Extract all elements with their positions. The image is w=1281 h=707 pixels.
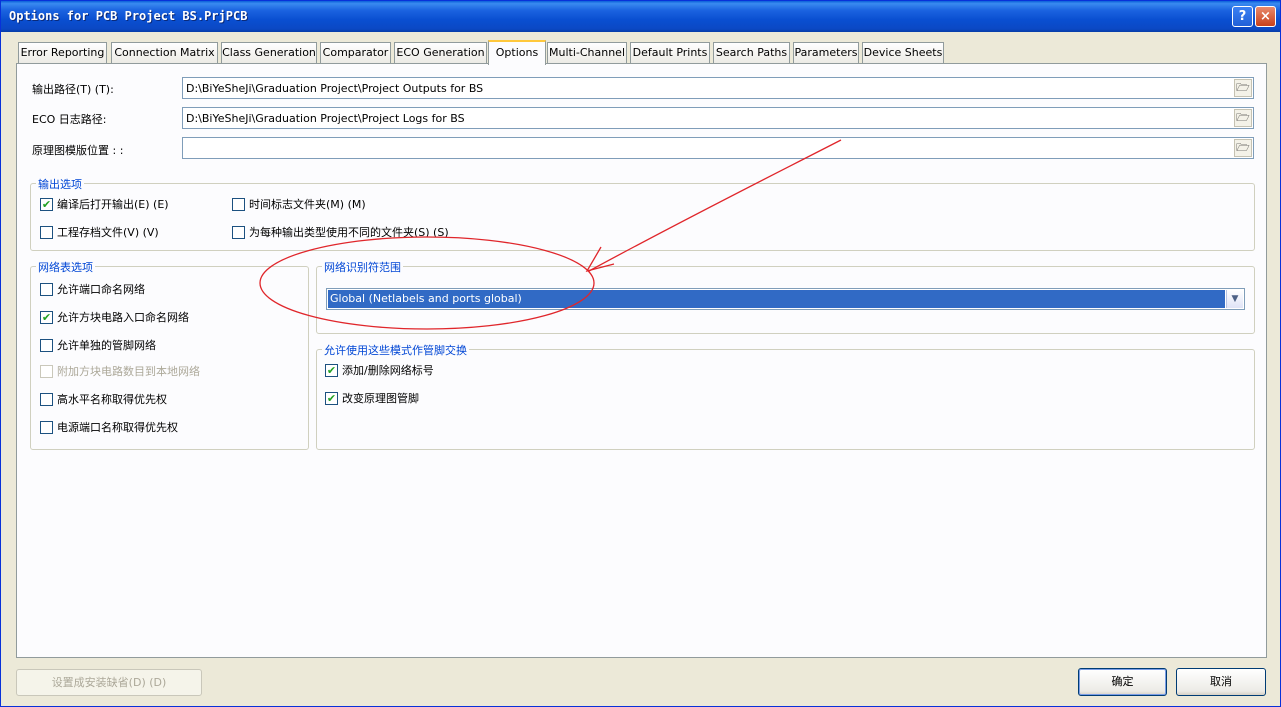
- ok-button[interactable]: 确定: [1078, 668, 1167, 696]
- checkbox-box[interactable]: [232, 226, 245, 239]
- title-bar: Options for PCB Project BS.PrjPCB ? ×: [1, 1, 1280, 32]
- window-title: Options for PCB Project BS.PrjPCB: [9, 9, 248, 23]
- checkbox-box[interactable]: ✔: [40, 198, 53, 211]
- pin-swap-group: 允许使用这些模式作管脚交换: [316, 342, 1255, 450]
- set-installation-defaults-button[interactable]: 设置成安装缺省(D) (D): [16, 669, 202, 696]
- cancel-button[interactable]: 取消: [1176, 668, 1266, 696]
- checkbox-label: 为每种输出类型使用不同的文件夹(S) (S): [249, 226, 449, 239]
- checkbox-box[interactable]: [40, 226, 53, 239]
- template-path-input[interactable]: 🗁: [182, 137, 1254, 159]
- template-path-label: 原理图模版位置 : :: [32, 144, 124, 157]
- tab-class-generation[interactable]: Class Generation: [221, 42, 317, 63]
- net-identifier-scope-title: 网络识别符范围: [322, 259, 403, 275]
- checkbox-label: 高水平名称取得优先权: [57, 393, 167, 406]
- folder-icon[interactable]: 🗁: [1234, 79, 1252, 97]
- close-button[interactable]: ×: [1255, 6, 1276, 27]
- checkbox-box[interactable]: ✔: [40, 311, 53, 324]
- tab-comparator[interactable]: Comparator: [320, 42, 391, 63]
- checkbox-box: [40, 365, 53, 378]
- output-path-value: D:\BiYeSheJi\Graduation Project\Project …: [186, 82, 484, 95]
- tab-options[interactable]: Options: [488, 40, 546, 65]
- checkbox-box[interactable]: ✔: [325, 364, 338, 377]
- netlist-options-title: 网络表选项: [36, 259, 95, 275]
- tab-multi-channel[interactable]: Multi-Channel: [547, 42, 627, 63]
- checkbox-label: 允许方块电路入口命名网络: [57, 311, 189, 324]
- tab-error-reporting[interactable]: Error Reporting: [18, 42, 107, 63]
- checkbox-label: 时间标志文件夹(M) (M): [249, 198, 366, 211]
- checkbox-box[interactable]: [40, 283, 53, 296]
- eco-log-path-label: ECO 日志路径:: [32, 113, 107, 126]
- checkbox-box[interactable]: [232, 198, 245, 211]
- chevron-down-icon[interactable]: ▼: [1226, 290, 1243, 308]
- tab-connection-matrix[interactable]: Connection Matrix: [111, 42, 218, 63]
- checkbox-box[interactable]: [40, 421, 53, 434]
- checkbox-label: 允许单独的管脚网络: [57, 339, 156, 352]
- tab-eco-generation[interactable]: ECO Generation: [394, 42, 487, 63]
- checkbox-label: 工程存档文件(V) (V): [57, 226, 159, 239]
- checkbox-label: 允许端口命名网络: [57, 283, 145, 296]
- tab-parameters[interactable]: Parameters: [793, 42, 859, 63]
- checkbox-box[interactable]: [40, 339, 53, 352]
- checkbox-label: 附加方块电路数目到本地网络: [57, 365, 200, 378]
- checkbox-box[interactable]: [40, 393, 53, 406]
- output-path-label: 输出路径(T) (T):: [32, 83, 114, 96]
- checkbox-label: 编译后打开输出(E) (E): [57, 198, 169, 211]
- help-button[interactable]: ?: [1232, 6, 1253, 27]
- folder-icon[interactable]: 🗁: [1234, 139, 1252, 157]
- tab-default-prints[interactable]: Default Prints: [630, 42, 710, 63]
- eco-log-path-value: D:\BiYeSheJi\Graduation Project\Project …: [186, 112, 465, 125]
- checkbox-label: 添加/删除网络标号: [342, 364, 434, 377]
- options-dialog: Options for PCB Project BS.PrjPCB ? × Er…: [0, 0, 1281, 707]
- pin-swap-title: 允许使用这些模式作管脚交换: [322, 342, 469, 358]
- tab-device-sheets[interactable]: Device Sheets: [862, 42, 944, 63]
- net-identifier-scope-value: Global (Netlabels and ports global): [328, 290, 1225, 308]
- checkbox-label: 电源端口名称取得优先权: [57, 421, 178, 434]
- output-options-title: 输出选项: [36, 176, 84, 192]
- eco-log-path-input[interactable]: D:\BiYeSheJi\Graduation Project\Project …: [182, 107, 1254, 129]
- output-path-input[interactable]: D:\BiYeSheJi\Graduation Project\Project …: [182, 77, 1254, 99]
- folder-icon[interactable]: 🗁: [1234, 109, 1252, 127]
- tab-search-paths[interactable]: Search Paths: [713, 42, 790, 63]
- checkbox-box[interactable]: ✔: [325, 392, 338, 405]
- net-identifier-scope-select[interactable]: Global (Netlabels and ports global) ▼: [326, 288, 1245, 310]
- checkbox-label: 改变原理图管脚: [342, 392, 419, 405]
- output-options-group: 输出选项: [30, 176, 1255, 251]
